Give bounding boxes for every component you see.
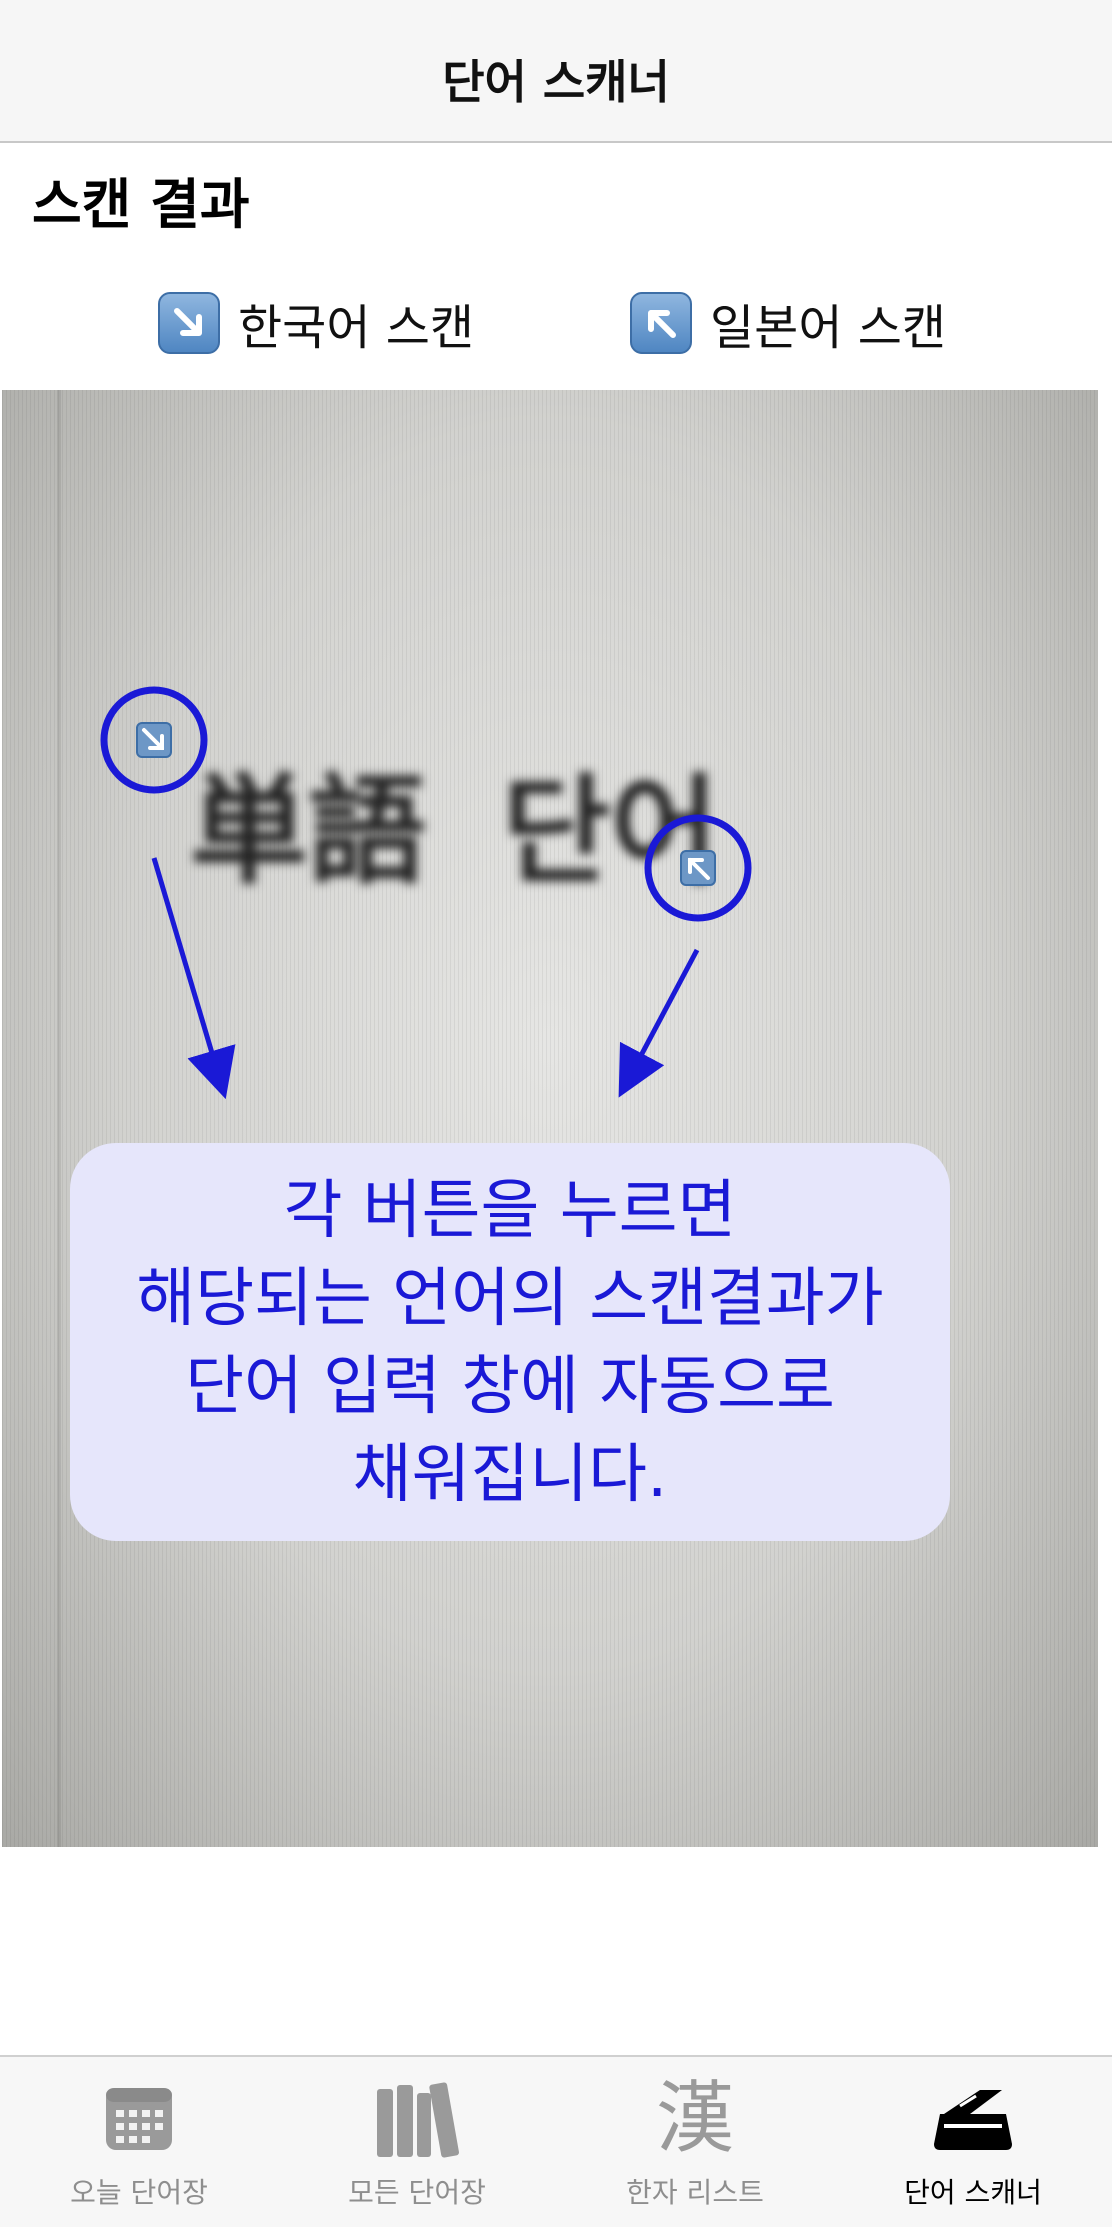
- page-title: 단어 스캐너: [442, 55, 670, 109]
- callout-line: 각 버튼을 누르면: [283, 1174, 737, 1248]
- callout-line: 단어 입력 창에 자동으로: [185, 1350, 835, 1424]
- up-left-arrow-icon: [630, 292, 692, 354]
- korean-scan-label: 한국어 스캔: [238, 300, 475, 356]
- tab-word-scanner[interactable]: 단어 스캐너: [834, 2077, 1112, 2211]
- tab-kanji-list[interactable]: 漢 한자 리스트: [556, 2077, 834, 2211]
- kanji-glyph: 漢: [655, 2074, 734, 2164]
- kanji-icon: 漢: [556, 2077, 834, 2161]
- navigation-bar: 단어 스캐너: [0, 0, 1112, 143]
- tab-label: 단어 스캐너: [904, 2176, 1042, 2209]
- annotation-overlay: [100, 686, 752, 1100]
- tab-today-wordbook[interactable]: 오늘 단어장: [0, 2077, 278, 2211]
- books-icon: [278, 2077, 556, 2161]
- callout-line: 해당되는 언어의 스캔결과가: [136, 1262, 884, 1336]
- down-right-arrow-icon: [158, 292, 220, 354]
- tab-label: 오늘 단어장: [70, 2176, 208, 2209]
- calendar-icon: [0, 2077, 278, 2161]
- tab-label: 모든 단어장: [348, 2176, 486, 2209]
- scanner-icon: [834, 2077, 1112, 2161]
- section-title: 스캔 결과: [32, 173, 250, 236]
- tab-all-wordbooks[interactable]: 모든 단어장: [278, 2077, 556, 2211]
- tab-bar: 오늘 단어장 모든 단어장 漢 한자 리스트 단어 스캐너: [0, 2055, 1112, 2227]
- callout-line: 채워집니다.: [352, 1438, 668, 1512]
- japanese-scan-label: 일본어 스캔: [710, 300, 947, 356]
- instruction-callout: 각 버튼을 누르면 해당되는 언어의 스캔결과가 단어 입력 창에 자동으로 채…: [70, 1143, 950, 1541]
- tab-label: 한자 리스트: [626, 2176, 764, 2209]
- japanese-scan-button[interactable]: 일본어 스캔: [630, 290, 946, 356]
- scan-photo: 単語 단어: [2, 390, 1098, 1847]
- korean-scan-button[interactable]: 한국어 스캔: [158, 290, 474, 356]
